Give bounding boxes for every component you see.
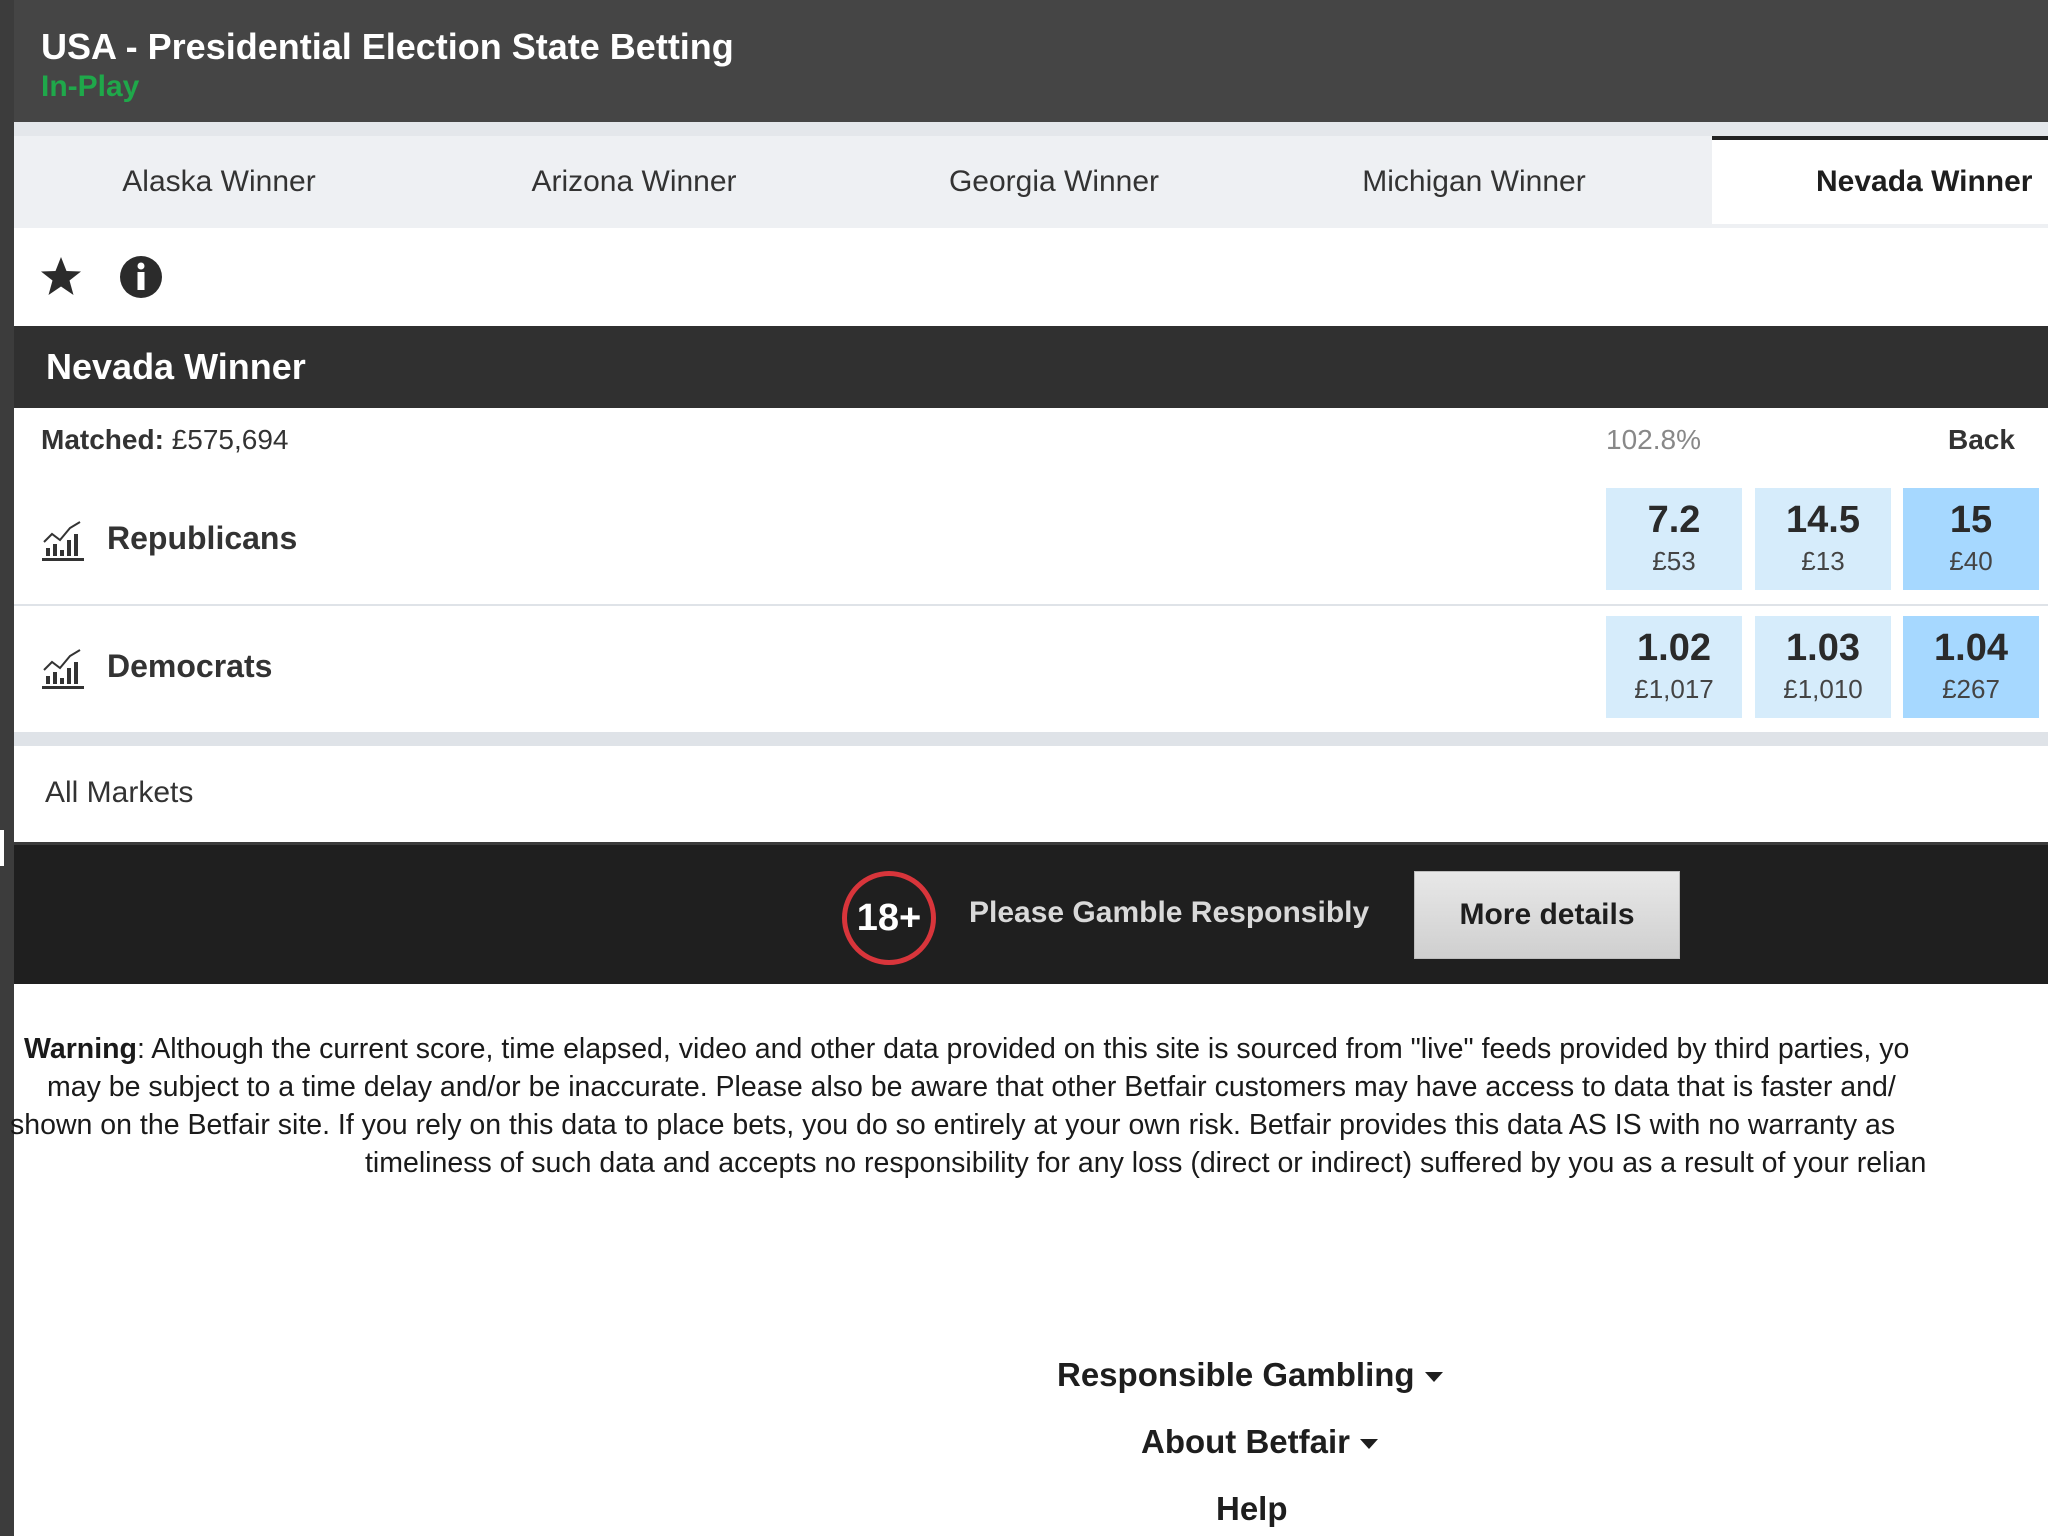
market-title-bar: Nevada Winner bbox=[14, 326, 2048, 408]
warning-label: Warning bbox=[24, 1033, 137, 1065]
warning-line: shown on the Betfair site. If you rely o… bbox=[10, 1109, 1896, 1141]
matched-amount: Matched: £575,694 bbox=[41, 424, 288, 456]
price-stake: £1,017 bbox=[1634, 674, 1714, 704]
gamble-responsibly-text: Please Gamble Responsibly bbox=[969, 896, 1370, 929]
back-price-button[interactable]: 14.5 £13 bbox=[1755, 488, 1891, 590]
book-percentage: 102.8% bbox=[1606, 424, 1701, 455]
page: USA - Presidential Election State Bettin… bbox=[10, 0, 2048, 1536]
more-details-button[interactable]: More details bbox=[1414, 871, 1680, 959]
price-odds: 1.03 bbox=[1786, 627, 1860, 669]
price-odds: 1.04 bbox=[1934, 627, 2008, 669]
footer-link-about-betfair[interactable]: About Betfair bbox=[1141, 1423, 1378, 1461]
market-toolbar bbox=[14, 228, 2048, 326]
footer-link-label: About Betfair bbox=[1141, 1423, 1350, 1460]
price-odds: 14.5 bbox=[1786, 499, 1860, 541]
section-divider bbox=[14, 732, 2048, 746]
event-title: USA - Presidential Election State Bettin… bbox=[41, 26, 734, 67]
drag-handle[interactable] bbox=[0, 830, 4, 866]
runner-chart-icon[interactable] bbox=[38, 516, 88, 566]
market-title: Nevada Winner bbox=[46, 346, 306, 387]
info-icon[interactable] bbox=[116, 252, 166, 302]
price-stake: £1,010 bbox=[1783, 674, 1863, 704]
back-price-button[interactable]: 1.02 £1,017 bbox=[1606, 616, 1742, 718]
best-back-price-button[interactable]: 1.04 £267 bbox=[1903, 616, 2039, 718]
event-header: USA - Presidential Election State Bettin… bbox=[14, 0, 2048, 122]
price-stake: £267 bbox=[1942, 674, 2000, 704]
price-odds: 7.2 bbox=[1647, 499, 1701, 541]
star-icon[interactable] bbox=[36, 252, 86, 302]
price-stake: £53 bbox=[1652, 546, 1696, 576]
warning-line: timeliness of such data and accepts no r… bbox=[365, 1147, 1927, 1179]
market-info-row: Matched: £575,694 102.8% Back bbox=[14, 408, 2048, 478]
warning-text: : Although the current score, time elaps… bbox=[136, 1033, 1910, 1065]
runner-row-democrats: Democrats 1.02 £1,017 1.03 £1,010 1.04 £… bbox=[14, 606, 2048, 732]
back-column-header: Back bbox=[1948, 424, 2015, 455]
footer-link-help[interactable]: Help bbox=[1216, 1490, 1288, 1528]
data-feed-warning: Warning: Although the current score, tim… bbox=[10, 1030, 2048, 1182]
footer-link-label: Responsible Gambling bbox=[1057, 1356, 1415, 1393]
tab-georgia-winner[interactable]: Georgia Winner bbox=[844, 136, 1264, 228]
best-back-price-button[interactable]: 15 £40 bbox=[1903, 488, 2039, 590]
footer-link-responsible-gambling[interactable]: Responsible Gambling bbox=[1057, 1356, 1443, 1394]
warning-line: may be subject to a time delay and/or be… bbox=[47, 1071, 1896, 1103]
footer-link-label: Help bbox=[1216, 1490, 1288, 1527]
runner-name: Republicans bbox=[107, 520, 298, 556]
left-edge-strip bbox=[0, 0, 14, 1536]
price-odds: 1.02 bbox=[1637, 627, 1711, 669]
age-18-plus-icon: 18+ bbox=[842, 871, 936, 965]
all-markets-link[interactable]: All Markets bbox=[45, 776, 193, 810]
price-stake: £40 bbox=[1949, 546, 1993, 576]
tab-arizona-winner[interactable]: Arizona Winner bbox=[424, 136, 844, 228]
tab-nevada-winner[interactable]: Nevada Winner bbox=[1712, 136, 2048, 224]
back-price-button[interactable]: 1.03 £1,010 bbox=[1755, 616, 1891, 718]
warning-line: Warning: Although the current score, tim… bbox=[10, 1030, 2048, 1068]
all-markets-row: All Markets bbox=[14, 746, 2048, 842]
caret-down-icon bbox=[1424, 1372, 1443, 1383]
runner-row-republicans: Republicans 7.2 £53 14.5 £13 15 £40 bbox=[14, 478, 2048, 606]
matched-label: Matched: bbox=[41, 424, 164, 455]
price-odds: 15 bbox=[1949, 499, 1993, 541]
runner-chart-icon[interactable] bbox=[38, 644, 88, 694]
price-stake: £13 bbox=[1801, 546, 1845, 576]
tab-michigan-winner[interactable]: Michigan Winner bbox=[1264, 136, 1684, 228]
market-tabs: Alaska Winner Arizona Winner Georgia Win… bbox=[14, 136, 2048, 228]
runner-name: Democrats bbox=[107, 648, 273, 684]
in-play-status: In-Play bbox=[41, 70, 140, 103]
caret-down-icon bbox=[1360, 1439, 1378, 1450]
tabs-top-band bbox=[14, 122, 2048, 136]
responsible-gambling-banner: 18+ Please Gamble Responsibly More detai… bbox=[14, 842, 2048, 984]
back-price-button[interactable]: 7.2 £53 bbox=[1606, 488, 1742, 590]
age-badge-text: 18+ bbox=[856, 896, 922, 939]
tab-alaska-winner[interactable]: Alaska Winner bbox=[14, 136, 424, 228]
matched-value: £575,694 bbox=[171, 424, 289, 455]
